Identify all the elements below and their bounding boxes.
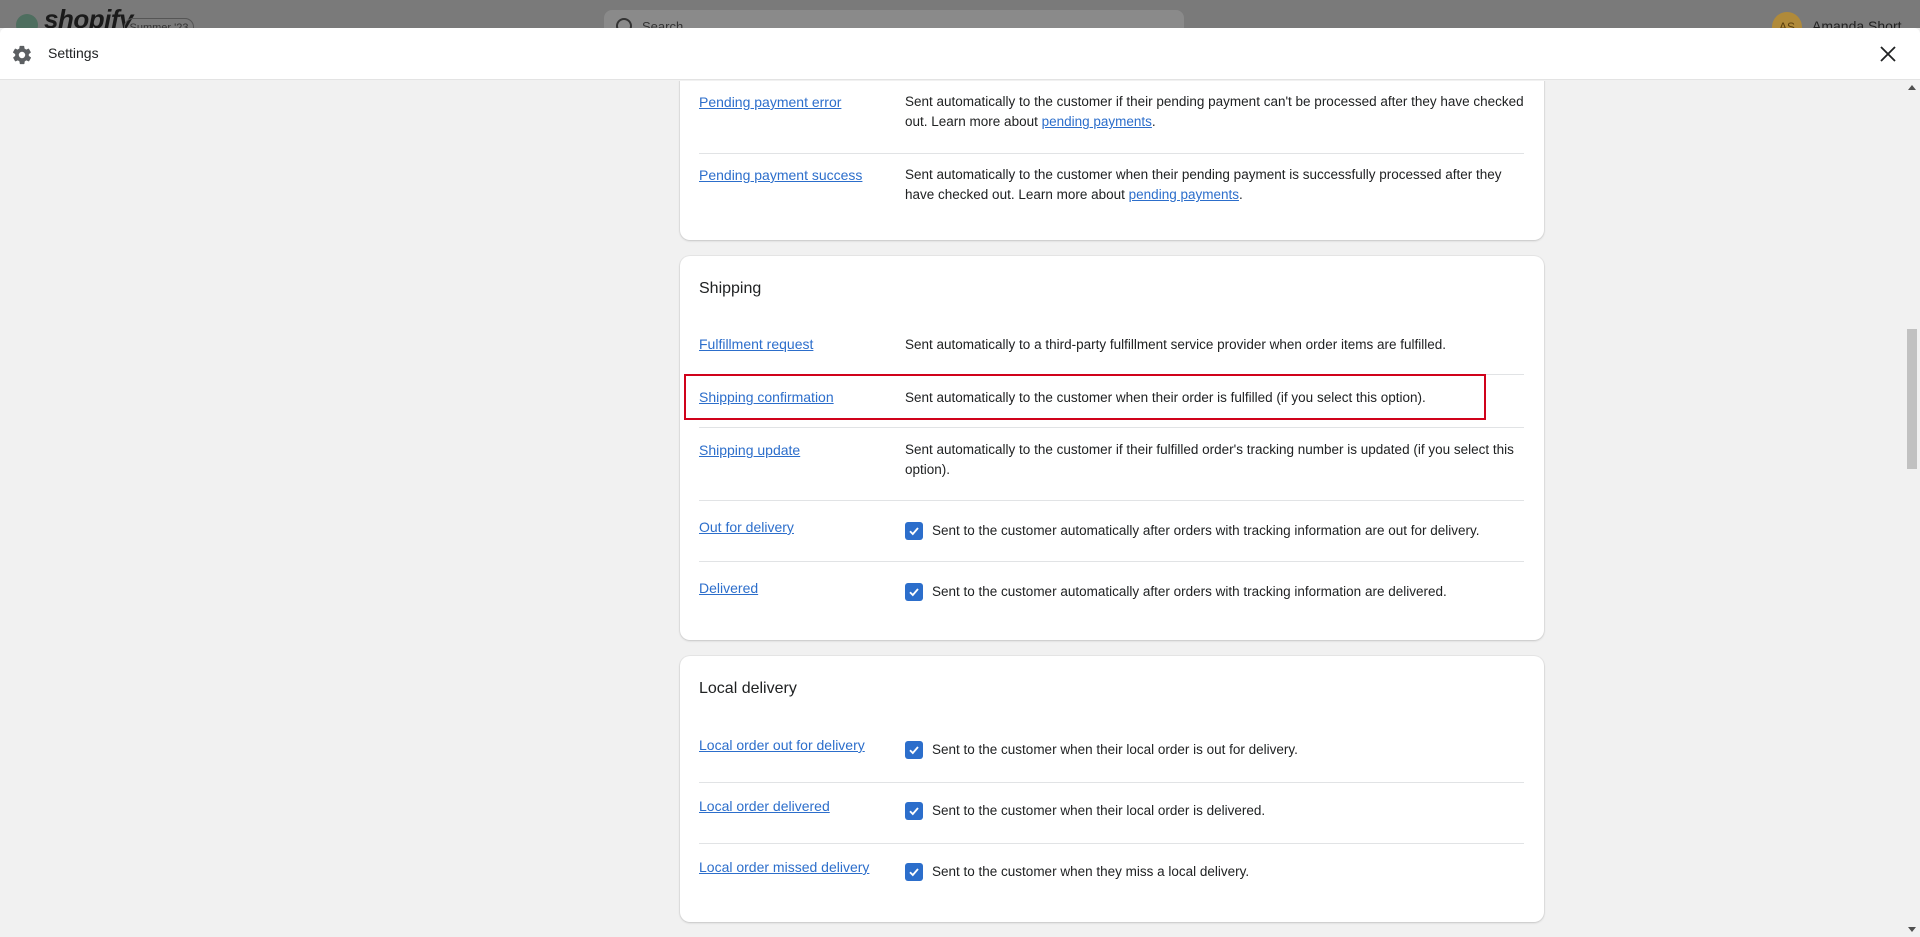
store-badge: Summer '23 [124, 18, 194, 28]
shipping-confirmation-link[interactable]: Shipping confirmation [699, 389, 834, 405]
out-for-delivery-link[interactable]: Out for delivery [699, 519, 794, 535]
notification-row: Pending payment error Sent automatically… [699, 81, 1524, 154]
notification-row: Out for delivery Sent to the customer au… [699, 501, 1524, 562]
checkmark-icon [909, 868, 919, 877]
notification-description: Sent automatically to the customer if th… [905, 442, 1514, 477]
shopify-logo: shopify [16, 4, 133, 28]
delivered-checkbox[interactable] [905, 583, 923, 601]
pending-payments-link[interactable]: pending payments [1042, 114, 1152, 129]
logo-text: shopify [44, 4, 133, 28]
local-delivery-heading: Local delivery [699, 680, 797, 697]
delivered-link[interactable]: Delivered [699, 580, 758, 596]
checkmark-icon [909, 746, 919, 755]
local-order-missed-delivery-link[interactable]: Local order missed delivery [699, 859, 869, 875]
gear-icon [12, 45, 32, 65]
scroll-up-arrow-icon[interactable] [1908, 85, 1916, 90]
shipping-heading: Shipping [699, 280, 762, 297]
fulfillment-request-link[interactable]: Fulfillment request [699, 336, 813, 352]
description-text: Sent automatically to the customer if th… [905, 94, 1524, 129]
notification-row: Fulfillment request Sent automatically t… [699, 322, 1524, 375]
notification-row: Local order delivered Sent to the custom… [699, 783, 1524, 844]
shipping-update-link[interactable]: Shipping update [699, 442, 800, 458]
checkbox-label: Sent to the customer automatically after… [932, 584, 1447, 599]
local-order-out-for-delivery-link[interactable]: Local order out for delivery [699, 737, 865, 753]
settings-modal-header: Settings [0, 28, 1920, 80]
checkbox-label: Sent to the customer when their local or… [932, 742, 1298, 757]
checkbox-label: Sent to the customer when their local or… [932, 803, 1266, 818]
notification-row: Shipping update Sent automatically to th… [699, 428, 1524, 501]
local-order-delivered-link[interactable]: Local order delivered [699, 798, 830, 814]
notification-description: Sent automatically to the customer when … [905, 165, 1524, 205]
user-name: Amanda Short [1812, 18, 1902, 28]
local-order-delivered-checkbox[interactable] [905, 802, 923, 820]
notification-description: Sent automatically to a third-party fulf… [905, 337, 1446, 352]
notification-row: Shipping confirmation Sent automatically… [699, 375, 1524, 428]
checkbox-label: Sent to the customer when they miss a lo… [932, 864, 1250, 879]
pending-payment-error-link[interactable]: Pending payment error [699, 94, 841, 110]
notification-row: Delivered Sent to the customer automatic… [699, 562, 1524, 623]
close-icon[interactable] [1876, 42, 1900, 66]
scrollbar-thumb[interactable] [1907, 329, 1917, 469]
pending-payment-success-link[interactable]: Pending payment success [699, 167, 862, 183]
checkmark-icon [909, 588, 919, 597]
local-delivery-card: Local delivery Local order out for deliv… [680, 656, 1544, 922]
description-end: . [1151, 114, 1156, 129]
local-order-out-for-delivery-checkbox[interactable] [905, 741, 923, 759]
modal-title: Settings [48, 45, 99, 61]
notification-description: Sent automatically to the customer if th… [905, 92, 1524, 132]
shopify-bag-icon [16, 14, 38, 28]
search-placeholder: Search [642, 19, 684, 28]
local-order-missed-delivery-checkbox[interactable] [905, 863, 923, 881]
settings-content[interactable]: Pending payment error Sent automatically… [0, 81, 1904, 937]
notification-row: Local order missed delivery Sent to the … [699, 844, 1524, 905]
search-icon [616, 18, 632, 28]
pending-payments-link[interactable]: pending payments [1129, 187, 1239, 202]
checkmark-icon [909, 807, 919, 816]
notification-row: Pending payment success Sent automatical… [699, 154, 1524, 227]
search-bar: Search [604, 10, 1184, 28]
shipping-card: Shipping Fulfillment request Sent automa… [680, 256, 1544, 640]
checkmark-icon [909, 527, 919, 536]
checkbox-label: Sent to the customer automatically after… [932, 523, 1480, 538]
notification-description: Sent automatically to the customer when … [905, 390, 1426, 405]
description-end: . [1238, 187, 1243, 202]
scrollbar[interactable] [1904, 81, 1920, 937]
notification-row: Local order out for delivery Sent to the… [699, 722, 1524, 783]
scroll-down-arrow-icon[interactable] [1908, 927, 1916, 932]
order-processing-card: Pending payment error Sent automatically… [680, 81, 1544, 240]
out-for-delivery-checkbox[interactable] [905, 522, 923, 540]
background-top-bar: shopify Summer '23 Search AS Amanda Shor… [0, 0, 1920, 28]
avatar: AS [1772, 12, 1802, 28]
